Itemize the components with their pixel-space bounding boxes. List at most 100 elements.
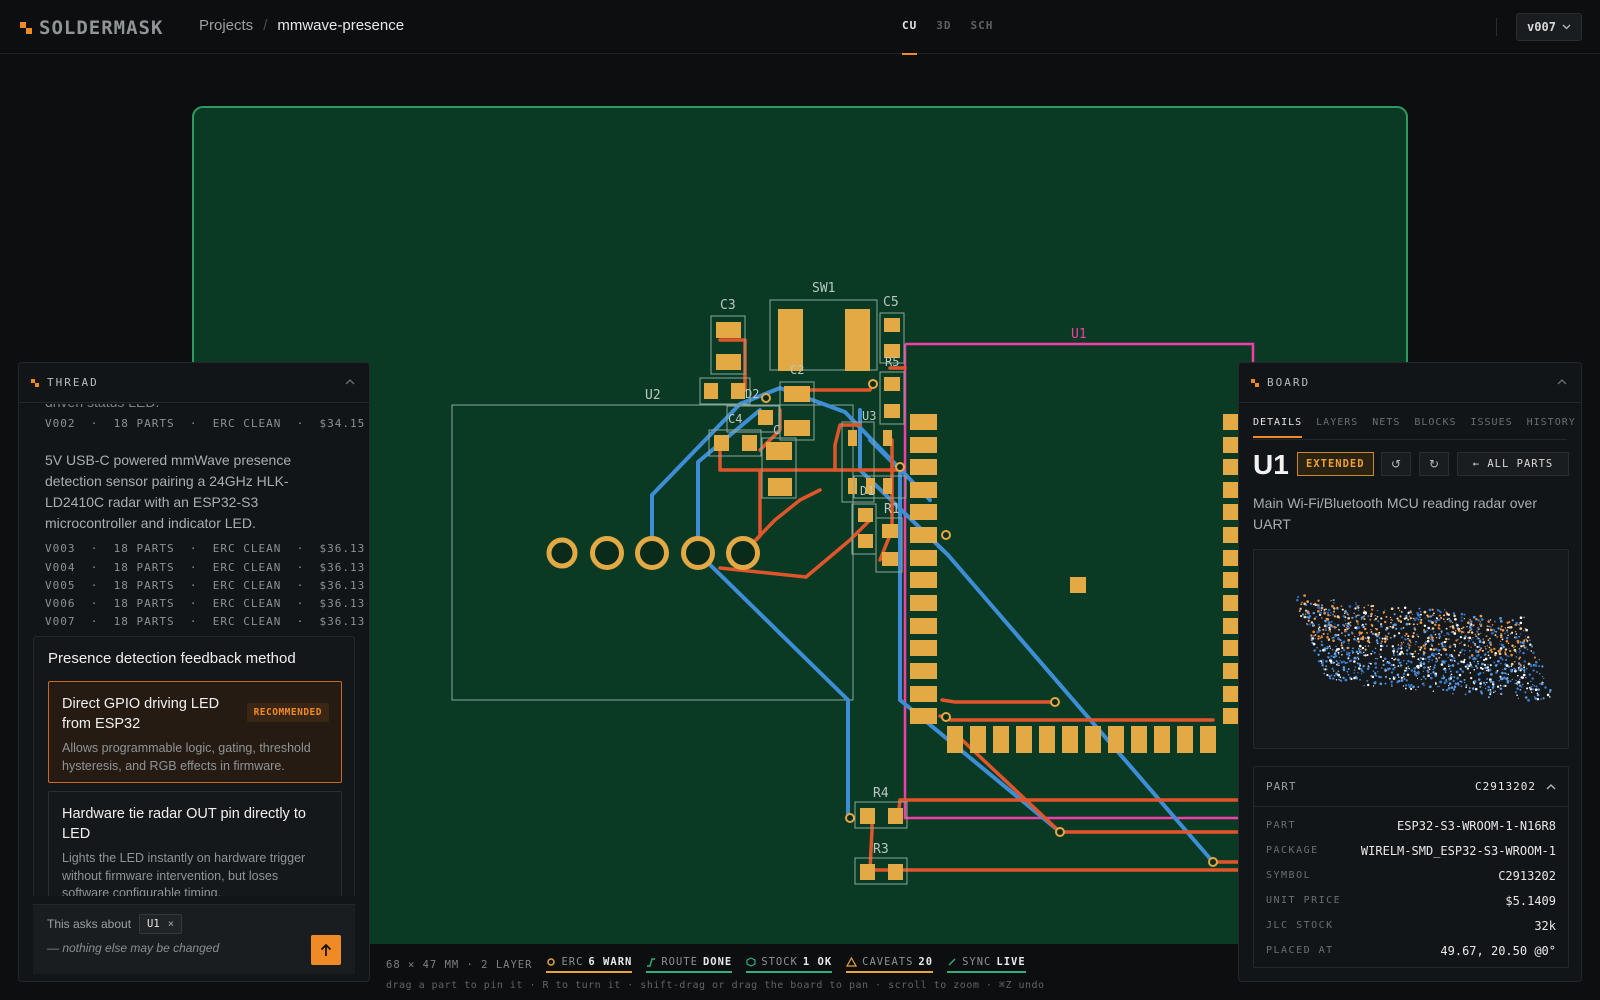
- keyboard-hint: drag a part to pin it · R to turn it · s…: [386, 980, 1045, 991]
- spec-row-jlc-stock: JLC STOCK 32k: [1266, 918, 1556, 933]
- breadcrumb-projects-link[interactable]: Projects: [199, 17, 253, 34]
- label-r4: R4: [873, 786, 889, 801]
- collapse-chevron-icon[interactable]: [345, 377, 355, 387]
- tab-history[interactable]: HISTORY: [1527, 417, 1576, 438]
- arrow-up-icon: [320, 943, 332, 956]
- chevron-up-icon[interactable]: [1546, 783, 1556, 790]
- spec-row-placed-at: PLACED AT 49.67, 20.50 @0°: [1266, 943, 1556, 958]
- top-bar: SOLDERMASK Projects / mmwave-presence CU…: [0, 0, 1600, 55]
- send-button[interactable]: [311, 935, 341, 965]
- version-row[interactable]: V006 · 18 PARTS · ERC CLEAN · $36.13: [45, 597, 364, 615]
- version-row[interactable]: V003 · 18 PARTS · ERC CLEAN · $36.13: [45, 542, 364, 560]
- spec-row-unit-price: UNIT PRICE $5.1409: [1266, 893, 1556, 908]
- tab-layers[interactable]: LAYERS: [1316, 417, 1358, 438]
- asks-about: This asks about U1 ×: [47, 914, 183, 934]
- version-row[interactable]: V004 · 18 PARTS · ERC CLEAN · $36.13: [45, 561, 364, 579]
- label-c4: C4: [728, 412, 742, 426]
- tab-details[interactable]: DETAILS: [1253, 417, 1303, 438]
- link-icon: [948, 958, 956, 966]
- thread-history[interactable]: driven status LED. V002 · 18 PARTS · ERC…: [19, 404, 369, 896]
- label-d2: D2: [745, 387, 759, 401]
- recommended-badge: RECOMMENDED: [246, 703, 329, 722]
- label-d1: D1: [860, 484, 874, 498]
- status-route[interactable]: ROUTE DONE: [646, 956, 733, 973]
- version-row[interactable]: V005 · 18 PARTS · ERC CLEAN · $36.13: [45, 579, 364, 597]
- thread-panel-header[interactable]: THREAD: [19, 363, 369, 403]
- tabs-divider: [1253, 439, 1567, 440]
- tab-sch[interactable]: SCH: [971, 19, 994, 36]
- thread-panel-title: THREAD: [47, 376, 99, 389]
- logo-icon: [20, 21, 33, 35]
- board-dimensions: 68 × 47 MM · 2 LAYER: [386, 958, 533, 971]
- breadcrumb-project-name[interactable]: mmwave-presence: [277, 17, 404, 34]
- label-u1: U1: [1071, 327, 1087, 342]
- status-sync[interactable]: SYNC LIVE: [947, 956, 1026, 973]
- part-specs: PART C2913202 PART ESP32-S3-WROOM-1-N16R8…: [1253, 766, 1569, 968]
- point-cloud-render: [1296, 594, 1552, 702]
- rotate-ccw-icon: ↺: [1390, 457, 1402, 471]
- breadcrumb-separator: /: [263, 17, 268, 34]
- all-parts-button[interactable]: ← ALL PARTS: [1457, 452, 1569, 476]
- part-specs-header[interactable]: PART C2913202: [1254, 767, 1568, 807]
- label-sw1: SW1: [812, 281, 835, 296]
- tab-nets[interactable]: NETS: [1372, 417, 1400, 438]
- part-description: Main Wi-Fi/Bluetooth MCU reading radar o…: [1253, 495, 1537, 532]
- spec-row-part: PART ESP32-S3-WROOM-1-N16R8: [1266, 818, 1556, 833]
- version-label: v007: [1527, 20, 1556, 34]
- breadcrumb: Projects / mmwave-presence: [199, 17, 404, 34]
- option-description: Lights the LED instantly on hardware tri…: [62, 851, 306, 896]
- logo-text: SOLDERMASK: [39, 17, 164, 39]
- board-tabs: DETAILS LAYERS NETS BLOCKS ISSUES HISTOR…: [1253, 417, 1576, 438]
- rotate-cw-button[interactable]: ↻: [1419, 452, 1449, 476]
- option-recommended[interactable]: Direct GPIO driving LED from ESP32 RECOM…: [48, 681, 342, 783]
- option-title: Hardware tie radar OUT pin directly to L…: [62, 806, 306, 842]
- board-panel-header[interactable]: BOARD: [1239, 363, 1581, 403]
- asks-label: This asks about: [47, 917, 132, 931]
- remove-chip-icon[interactable]: ×: [168, 918, 174, 930]
- thread-panel: THREAD driven status LED. V002 · 18 PART…: [18, 362, 370, 982]
- collapse-chevron-icon[interactable]: [1557, 377, 1567, 387]
- part-header-value: C2913202: [1475, 780, 1536, 793]
- thread-description: 5V USB-C powered mmWave presence detecti…: [45, 452, 292, 532]
- context-chip[interactable]: U1 ×: [139, 914, 183, 934]
- label-c5: C5: [883, 295, 899, 310]
- part-3d-preview[interactable]: [1253, 549, 1569, 749]
- option-alternative[interactable]: Hardware tie radar OUT pin directly to L…: [48, 791, 342, 896]
- label-c1: C: [773, 423, 780, 437]
- tab-blocks[interactable]: BLOCKS: [1414, 417, 1456, 438]
- tab-issues[interactable]: ISSUES: [1471, 417, 1513, 438]
- chevron-down-icon: [1562, 24, 1571, 30]
- thread-icon: [31, 378, 39, 387]
- label-r3: R3: [873, 842, 889, 857]
- board-panel-title: BOARD: [1267, 376, 1311, 389]
- composer: This asks about U1 × — nothing else may b…: [33, 904, 355, 974]
- version-row-v002[interactable]: V002 · 18 PARTS · ERC CLEAN · $34.15: [45, 417, 364, 435]
- logo[interactable]: SOLDERMASK: [20, 17, 163, 39]
- question-card: Presence detection feedback method Direc…: [33, 636, 355, 896]
- spec-rows: PART ESP32-S3-WROOM-1-N16R8 PACKAGE WIRELM…: [1266, 813, 1556, 963]
- status-stock[interactable]: STOCK 1 OK: [746, 956, 833, 973]
- label-u2: U2: [645, 388, 661, 403]
- board-icon: [1251, 378, 1259, 387]
- label-c2: C2: [790, 363, 804, 377]
- divider: [1496, 18, 1497, 36]
- extended-badge: EXTENDED: [1297, 452, 1374, 476]
- version-row[interactable]: V007 · 18 PARTS · ERC CLEAN · $36.13: [45, 615, 364, 633]
- tab-cu[interactable]: CU: [902, 19, 918, 55]
- version-dropdown[interactable]: v007: [1516, 13, 1582, 41]
- option-title: Direct GPIO driving LED from ESP32: [62, 696, 220, 732]
- route-icon: [647, 958, 656, 967]
- message-input[interactable]: — nothing else may be changed: [47, 941, 219, 955]
- view-tabs: CU 3D SCH: [902, 19, 994, 55]
- warning-icon: [846, 957, 858, 967]
- part-reference: U1: [1253, 449, 1289, 480]
- status-caveats[interactable]: CAVEATS 20: [846, 956, 934, 973]
- label-u3: U3: [862, 409, 876, 423]
- label-r1: R1: [884, 502, 900, 517]
- rotate-cw-icon: ↻: [1428, 457, 1440, 471]
- thread-clipped-text: driven status LED.: [45, 404, 345, 413]
- rotate-ccw-button[interactable]: ↺: [1381, 452, 1411, 476]
- status-erc[interactable]: ERC 6 WARN: [546, 956, 633, 973]
- tab-3d[interactable]: 3D: [936, 19, 951, 36]
- spec-row-package: PACKAGE WIRELM-SMD_ESP32-S3-WROOM-1: [1266, 843, 1556, 858]
